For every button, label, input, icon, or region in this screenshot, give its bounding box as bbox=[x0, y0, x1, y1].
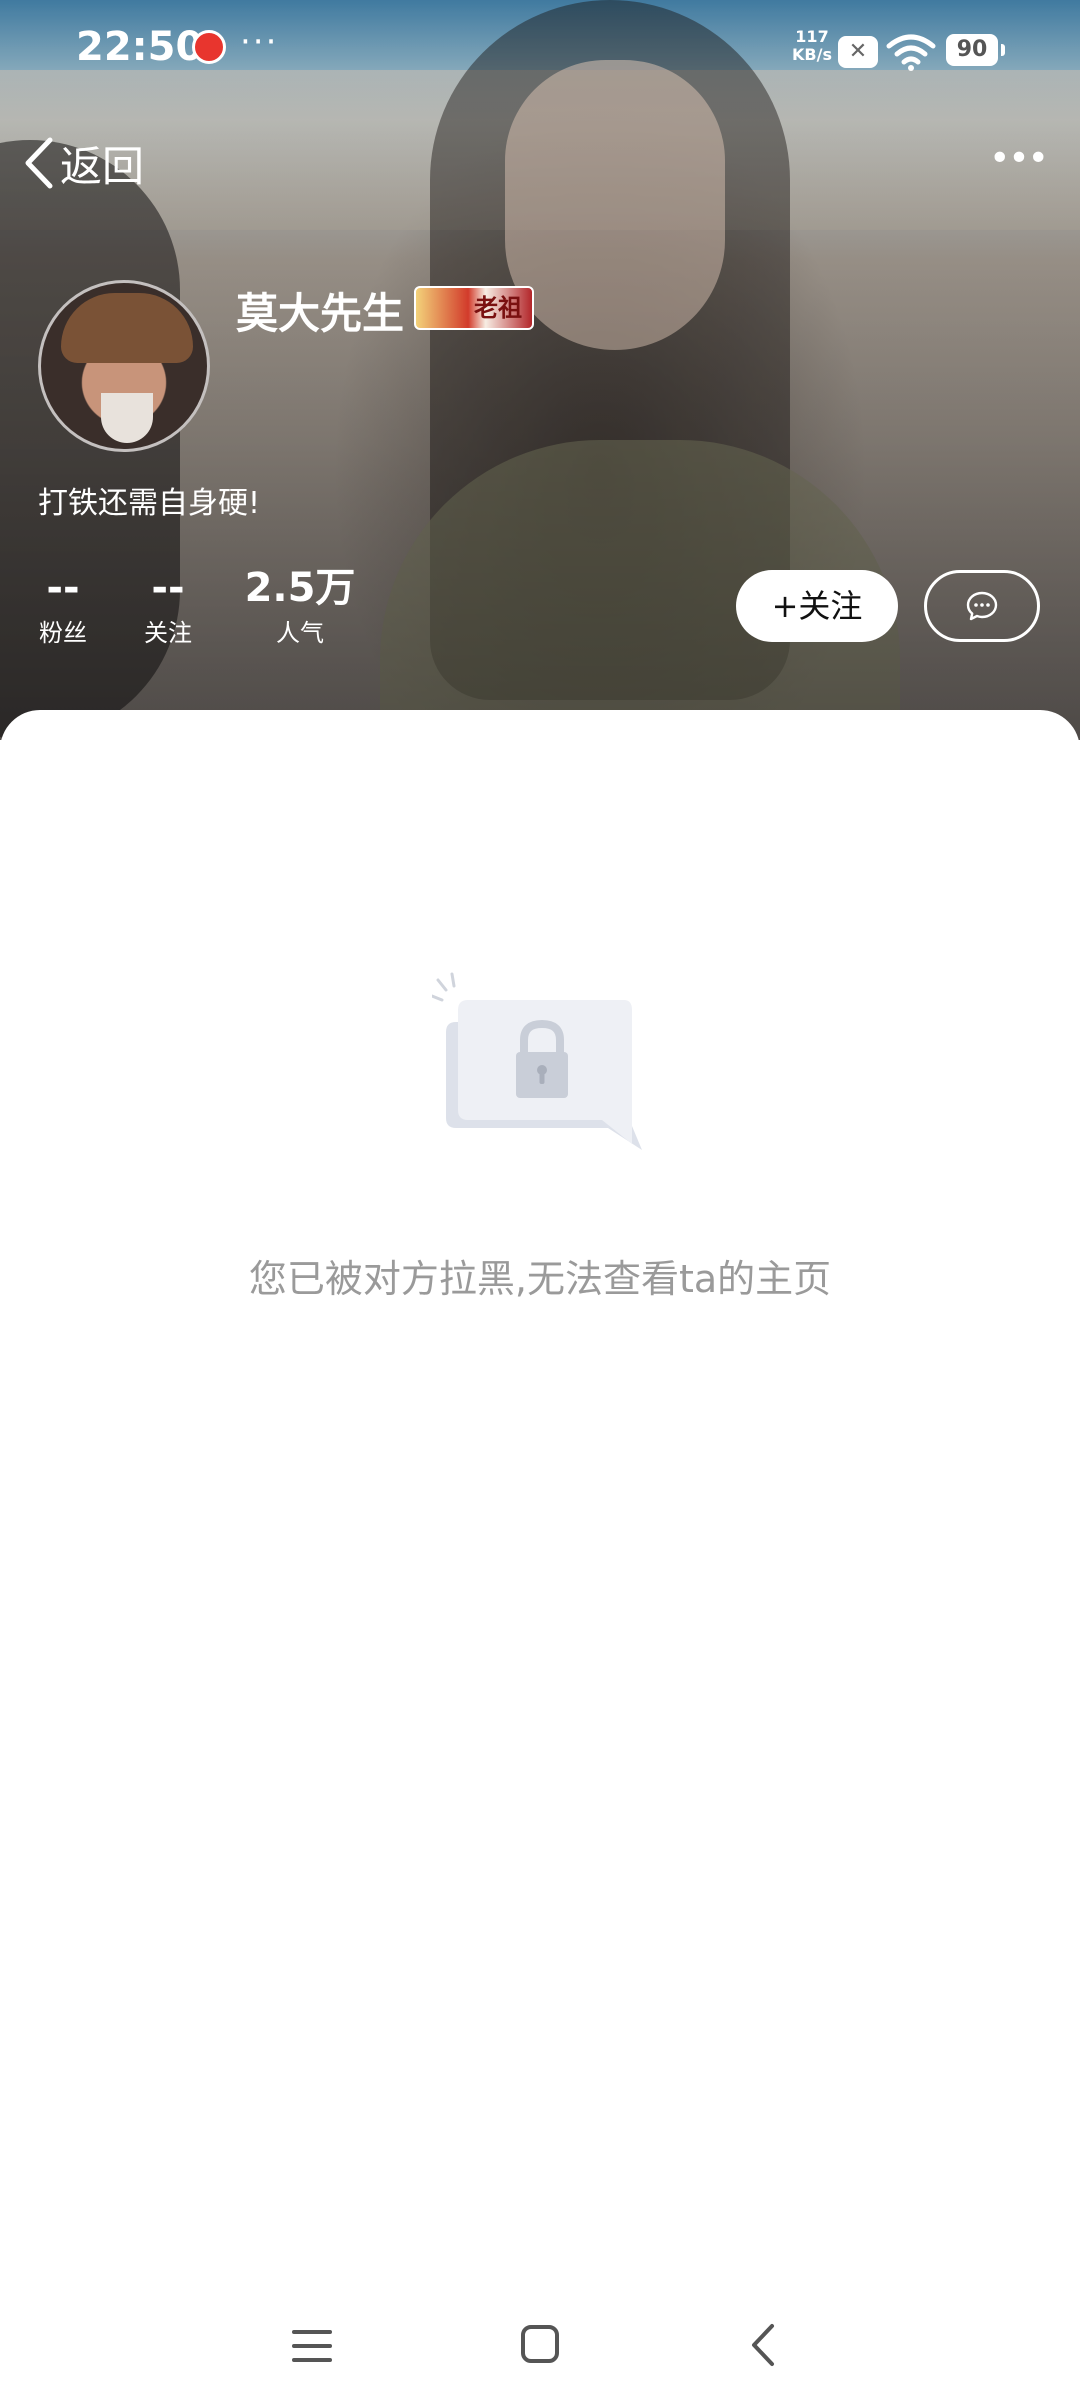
more-horizontal-icon: ••• bbox=[989, 138, 1049, 179]
network-speed-unit: KB/s bbox=[792, 45, 832, 64]
username: 莫大先生 bbox=[236, 289, 405, 338]
chevron-left-icon bbox=[25, 137, 53, 189]
status-more-notifications: ··· bbox=[240, 22, 279, 62]
status-time: 22:50 bbox=[76, 24, 204, 70]
stat-fans[interactable]: -- 粉丝 bbox=[38, 560, 88, 650]
avatar[interactable] bbox=[38, 280, 210, 452]
status-bar: 22:50 ··· 117 KB/s ✕ 90 bbox=[0, 0, 1080, 100]
user-bio: 打铁还需自身硬! bbox=[38, 486, 261, 521]
back-arrow-icon[interactable] bbox=[748, 2322, 778, 2368]
menu-icon[interactable] bbox=[290, 2326, 334, 2366]
avatar-beard bbox=[101, 393, 153, 443]
message-button[interactable] bbox=[924, 570, 1040, 642]
stat-fans-value: -- bbox=[46, 565, 80, 611]
home-square-icon[interactable] bbox=[520, 2324, 560, 2364]
avatar-hat bbox=[61, 293, 193, 363]
stat-following-label: 关注 bbox=[144, 619, 192, 647]
stat-following[interactable]: -- 关注 bbox=[140, 560, 196, 650]
follow-button[interactable]: +关注 bbox=[736, 570, 898, 642]
back-label: 返回 bbox=[60, 141, 145, 191]
more-options-button[interactable]: ••• bbox=[988, 141, 1049, 184]
stat-fans-label: 粉丝 bbox=[39, 619, 87, 647]
notification-app-icon bbox=[192, 30, 226, 64]
battery-indicator: 90 bbox=[946, 34, 1005, 66]
chat-bubble-icon bbox=[966, 591, 998, 621]
blocked-message: 您已被对方拉黑,无法查看ta的主页 bbox=[248, 1257, 832, 1301]
system-nav-bar bbox=[0, 2290, 1080, 2400]
stat-popularity-label: 人气 bbox=[276, 619, 324, 647]
user-level-badge[interactable]: 老祖 bbox=[414, 286, 534, 330]
network-speed-value: 117 bbox=[795, 27, 829, 46]
back-button[interactable]: 返回 bbox=[22, 128, 144, 198]
content-panel bbox=[0, 710, 1080, 2400]
lock-icon bbox=[432, 972, 642, 1150]
stat-popularity-value: 2.5万 bbox=[244, 565, 356, 611]
stat-popularity: 2.5万 人气 bbox=[240, 560, 360, 650]
network-speed: 117 KB/s bbox=[782, 28, 842, 64]
no-sim-icon: ✕ bbox=[838, 36, 878, 68]
stat-following-value: -- bbox=[151, 565, 185, 611]
wifi-icon bbox=[886, 34, 936, 71]
